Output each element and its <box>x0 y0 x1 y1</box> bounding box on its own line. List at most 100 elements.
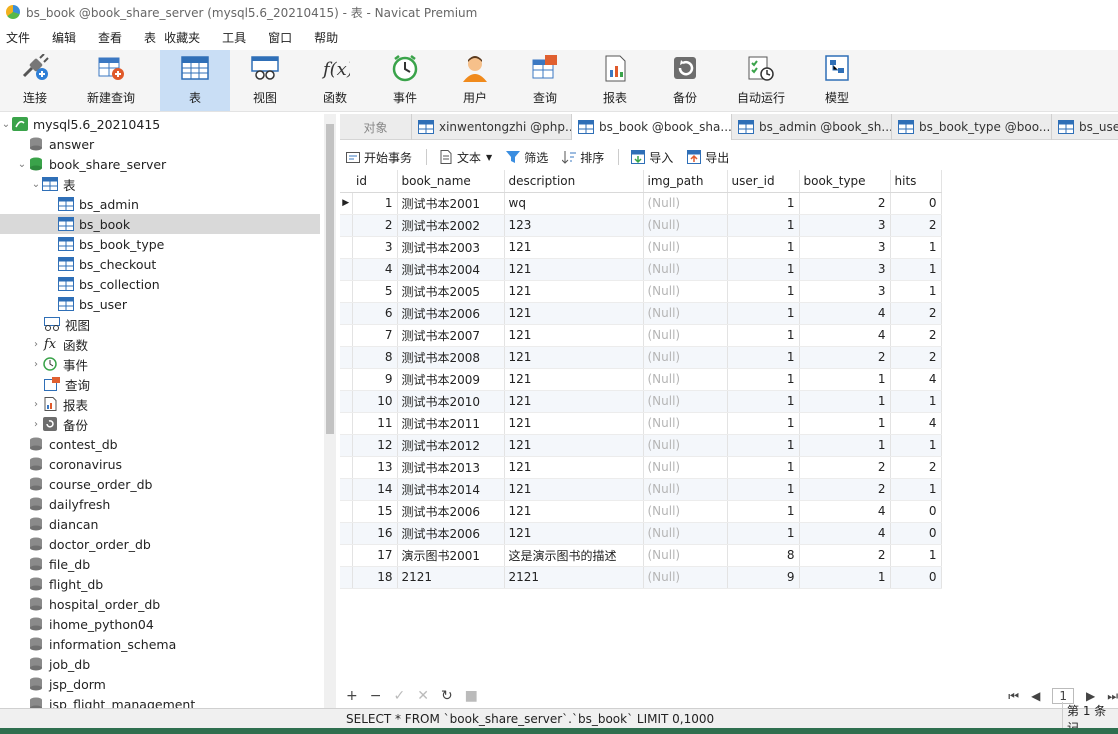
export-button[interactable]: 导出 <box>687 149 729 166</box>
table-row[interactable]: 12 测试书本2012 121 (Null) 1 1 1 <box>340 434 942 457</box>
table-row[interactable]: 10 测试书本2010 121 (Null) 1 1 1 <box>340 390 942 413</box>
table-cell-book-name[interactable]: 测试书本2001 <box>397 192 505 215</box>
report-button[interactable]: 报表 <box>580 50 650 111</box>
table-cell-description[interactable]: 121 <box>504 302 644 325</box>
row-marker[interactable] <box>340 478 353 501</box>
table-cell-user-id[interactable]: 1 <box>727 390 800 413</box>
tree-db-item[interactable]: ihome_python04 <box>0 614 320 634</box>
column-header-description[interactable]: description <box>504 170 644 193</box>
tree-db-item[interactable]: flight_db <box>0 574 320 594</box>
row-marker[interactable] <box>340 544 353 567</box>
table-cell-book-type[interactable]: 4 <box>799 324 891 347</box>
table-cell-img-path[interactable]: (Null) <box>643 324 728 347</box>
table-cell-book-type[interactable]: 3 <box>799 214 891 237</box>
table-cell-user-id[interactable]: 9 <box>727 566 800 589</box>
tree-db-item[interactable]: coronavirus <box>0 454 320 474</box>
table-cell-book-name[interactable]: 测试书本2011 <box>397 412 505 435</box>
table-cell-id[interactable]: 16 <box>352 522 398 545</box>
begin-transaction-button[interactable]: 开始事务 <box>346 149 412 166</box>
table-cell-img-path[interactable]: (Null) <box>643 368 728 391</box>
table-cell-img-path[interactable]: (Null) <box>643 522 728 545</box>
row-marker[interactable] <box>340 456 353 479</box>
table-cell-hits[interactable]: 4 <box>890 368 942 391</box>
table-cell-book-type[interactable]: 3 <box>799 236 891 259</box>
table-cell-description[interactable]: 121 <box>504 390 644 413</box>
tree-db-item[interactable]: course_order_db <box>0 474 320 494</box>
tree-views[interactable]: 视图 <box>0 314 320 334</box>
tree-table-item[interactable]: bs_checkout <box>0 254 320 274</box>
table-cell-hits[interactable]: 0 <box>890 192 942 215</box>
tree-db-item[interactable]: information_schema <box>0 634 320 654</box>
tab-bs-book-type[interactable]: bs_book_type @boo... <box>892 114 1052 140</box>
table-cell-book-name[interactable]: 测试书本2006 <box>397 522 505 545</box>
table-cell-user-id[interactable]: 1 <box>727 478 800 501</box>
query-button[interactable]: 查询 <box>510 50 580 111</box>
table-cell-id[interactable]: 11 <box>352 412 398 435</box>
table-cell-book-type[interactable]: 1 <box>799 390 891 413</box>
automation-button[interactable]: 自动运行 <box>720 50 802 111</box>
row-marker[interactable] <box>340 280 353 303</box>
row-marker[interactable] <box>340 500 353 523</box>
previous-page-icon[interactable]: ◀ <box>1031 689 1040 703</box>
row-marker[interactable] <box>340 368 353 391</box>
table-cell-img-path[interactable]: (Null) <box>643 390 728 413</box>
table-cell-book-type[interactable]: 1 <box>799 566 891 589</box>
table-row[interactable]: 5 测试书本2005 121 (Null) 1 3 1 <box>340 280 942 303</box>
table-cell-img-path[interactable]: (Null) <box>643 236 728 259</box>
table-cell-hits[interactable]: 1 <box>890 478 942 501</box>
table-cell-book-name[interactable]: 测试书本2008 <box>397 346 505 369</box>
table-cell-id[interactable]: 6 <box>352 302 398 325</box>
menu-view[interactable]: 查看 <box>98 29 122 46</box>
row-marker[interactable] <box>340 434 353 457</box>
tree-backups[interactable]: › 备份 <box>0 414 320 434</box>
connect-button[interactable]: 连接 <box>0 50 70 111</box>
table-button[interactable]: 表 <box>160 50 230 111</box>
tree-db-item[interactable]: diancan <box>0 514 320 534</box>
row-marker[interactable] <box>340 346 353 369</box>
menu-window[interactable]: 窗口 <box>268 29 292 46</box>
row-marker[interactable] <box>340 236 353 259</box>
table-cell-img-path[interactable]: (Null) <box>643 214 728 237</box>
table-cell-id[interactable]: 14 <box>352 478 398 501</box>
table-cell-id[interactable]: 1 <box>352 192 398 215</box>
table-cell-book-name[interactable]: 测试书本2009 <box>397 368 505 391</box>
menu-edit[interactable]: 编辑 <box>52 29 76 46</box>
table-cell-id[interactable]: 12 <box>352 434 398 457</box>
tree-scrollbar[interactable] <box>324 114 336 708</box>
tree-events[interactable]: › 事件 <box>0 354 320 374</box>
tree-db-item[interactable]: file_db <box>0 554 320 574</box>
tree-table-item-selected[interactable]: bs_book <box>0 214 320 234</box>
table-row[interactable]: 2 测试书本2002 123 (Null) 1 3 2 <box>340 214 942 237</box>
table-row[interactable]: 9 测试书本2009 121 (Null) 1 1 4 <box>340 368 942 391</box>
tree-scrollbar-thumb[interactable] <box>326 124 334 434</box>
table-cell-id[interactable]: 8 <box>352 346 398 369</box>
table-cell-book-type[interactable]: 4 <box>799 500 891 523</box>
table-cell-user-id[interactable]: 1 <box>727 500 800 523</box>
table-cell-img-path[interactable]: (Null) <box>643 500 728 523</box>
table-cell-user-id[interactable]: 1 <box>727 324 800 347</box>
table-cell-book-type[interactable]: 4 <box>799 302 891 325</box>
table-cell-img-path[interactable]: (Null) <box>643 566 728 589</box>
table-cell-id[interactable]: 13 <box>352 456 398 479</box>
row-marker[interactable] <box>340 566 353 589</box>
table-cell-hits[interactable]: 2 <box>890 456 942 479</box>
tree-tables-folder[interactable]: ⌄ 表 <box>0 174 320 194</box>
table-row[interactable]: 17 演示图书2001 这是演示图书的描述 (Null) 8 2 1 <box>340 544 942 567</box>
column-header-id[interactable]: id <box>352 170 398 193</box>
tree-db-item[interactable]: job_db <box>0 654 320 674</box>
table-cell-book-name[interactable]: 测试书本2005 <box>397 280 505 303</box>
tree-table-item[interactable]: bs_collection <box>0 274 320 294</box>
table-cell-hits[interactable]: 0 <box>890 522 942 545</box>
table-cell-hits[interactable]: 1 <box>890 434 942 457</box>
table-cell-id[interactable]: 4 <box>352 258 398 281</box>
table-row[interactable]: 6 测试书本2006 121 (Null) 1 4 2 <box>340 302 942 325</box>
table-cell-user-id[interactable]: 1 <box>727 368 800 391</box>
table-cell-book-type[interactable]: 2 <box>799 478 891 501</box>
row-marker[interactable] <box>340 302 353 325</box>
table-row[interactable]: 7 测试书本2007 121 (Null) 1 4 2 <box>340 324 942 347</box>
table-cell-user-id[interactable]: 1 <box>727 412 800 435</box>
table-cell-description[interactable]: 121 <box>504 324 644 347</box>
table-cell-hits[interactable]: 1 <box>890 390 942 413</box>
chevron-right-icon[interactable]: › <box>30 339 42 350</box>
tree-db-item[interactable]: hospital_order_db <box>0 594 320 614</box>
